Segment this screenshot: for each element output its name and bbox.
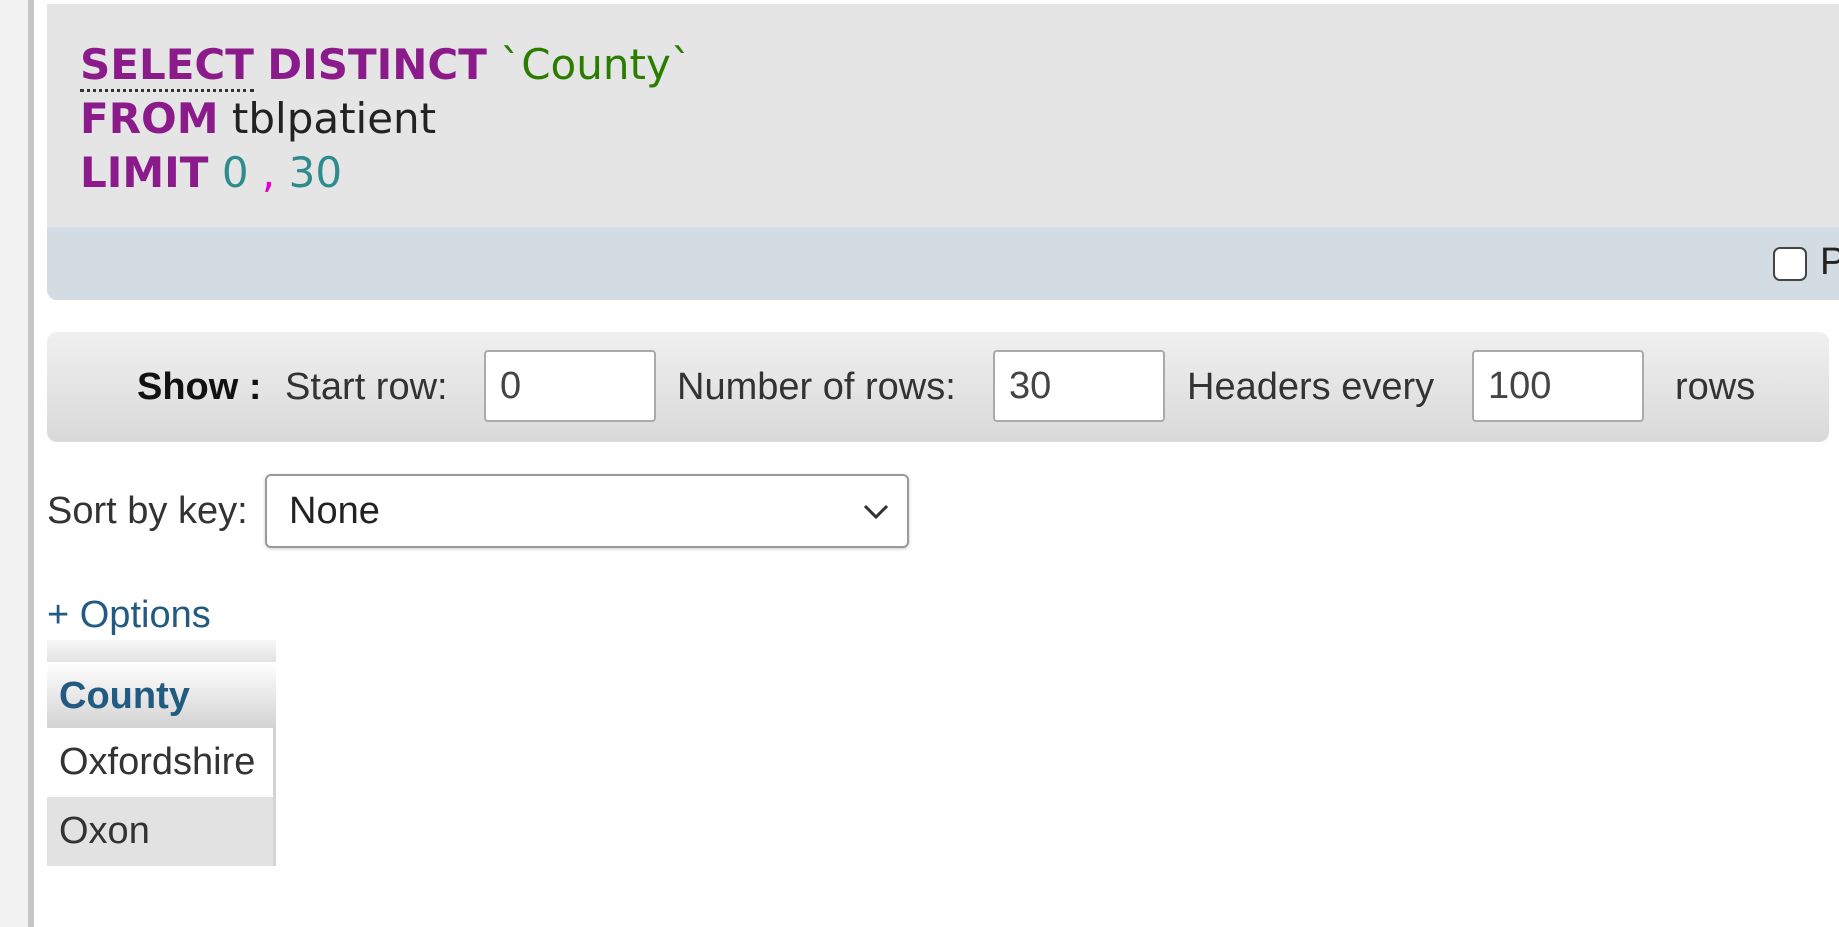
start-row-input[interactable] — [484, 350, 656, 422]
sort-by-key-select[interactable]: None — [265, 474, 909, 548]
sql-query-panel: SELECT DISTINCT `County` FROM tblpatient… — [47, 4, 1839, 300]
sql-limit-separator: , — [261, 148, 276, 197]
sql-line-limit: LIMIT 0 , 30 — [80, 146, 692, 200]
sort-selected-value: None — [289, 490, 380, 532]
sql-limit-count: 30 — [288, 148, 343, 197]
left-rail — [0, 0, 34, 927]
sql-keyword-select[interactable]: SELECT — [80, 40, 254, 92]
number-of-rows-input[interactable] — [993, 350, 1165, 422]
sort-by-key-label: Sort by key: — [47, 490, 248, 532]
table-row[interactable]: Oxfordshire — [47, 728, 276, 797]
sql-line-from: FROM tblpatient — [80, 92, 692, 146]
sql-actions-bar: P — [47, 227, 1839, 300]
profiling-checkbox[interactable] — [1773, 247, 1807, 281]
sql-keyword-limit: LIMIT — [80, 148, 209, 197]
sql-table-name: tblpatient — [231, 94, 437, 143]
sql-limit-start: 0 — [221, 148, 249, 197]
sql-line-select: SELECT DISTINCT `County` — [80, 38, 692, 92]
sql-keyword-distinct: DISTINCT — [267, 40, 487, 89]
options-toggle-link[interactable]: + Options — [47, 594, 211, 637]
sql-column-name: `County` — [500, 40, 692, 89]
sql-keyword-from: FROM — [80, 94, 219, 143]
start-row-label: Start row: — [285, 366, 448, 408]
table-row[interactable]: Oxon — [47, 797, 276, 866]
result-table: County Oxfordshire Oxon — [47, 640, 276, 866]
sql-code: SELECT DISTINCT `County` FROM tblpatient… — [80, 38, 692, 200]
chevron-down-icon — [863, 504, 889, 520]
column-header-county[interactable]: County — [47, 662, 276, 728]
number-of-rows-label: Number of rows: — [677, 366, 956, 408]
headers-every-label: Headers every — [1187, 366, 1435, 408]
rows-suffix-label: rows — [1675, 366, 1756, 408]
row-navigation-bar: Show : Start row: Number of rows: Header… — [47, 332, 1829, 442]
table-top-strip — [47, 640, 276, 662]
profiling-label: P — [1820, 241, 1839, 283]
show-label: Show : — [137, 366, 262, 408]
headers-every-input[interactable] — [1472, 350, 1644, 422]
